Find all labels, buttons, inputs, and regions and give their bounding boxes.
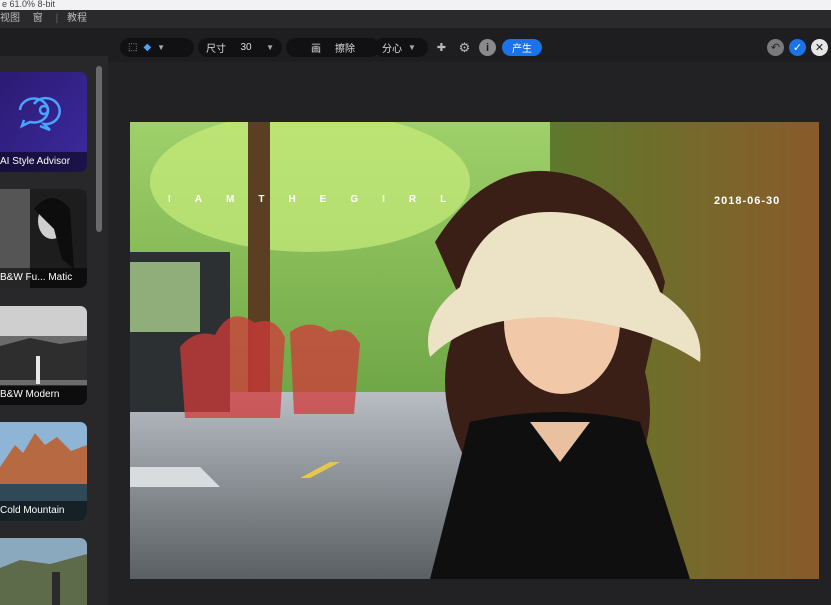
preset-label: B&W Modern bbox=[0, 385, 87, 405]
gear-icon[interactable]: ⚙ bbox=[456, 39, 473, 56]
menu-item-tutorial[interactable]: 教程 bbox=[67, 13, 87, 24]
menu-item-view[interactable]: 视图 bbox=[0, 13, 20, 24]
mode-control[interactable]: 画 擦除 bbox=[286, 38, 380, 57]
info-icon[interactable]: i bbox=[479, 39, 496, 56]
photo-overlay-text: IAMTHEGIRL bbox=[168, 194, 471, 205]
undo-icon[interactable]: ↶ bbox=[767, 39, 784, 56]
close-icon[interactable]: ✕ bbox=[811, 39, 828, 56]
preset-thumbnail bbox=[0, 538, 87, 605]
size-value[interactable]: 30 bbox=[240, 42, 251, 53]
erase-mode-option[interactable]: 擦除 bbox=[335, 40, 355, 55]
sidebar-scrollbar[interactable] bbox=[96, 66, 102, 232]
segment-label: 分心 bbox=[382, 44, 402, 55]
preset-card-cold-mountain[interactable]: Cold Mountain bbox=[0, 422, 87, 521]
preset-card-ai-style-advisor[interactable]: AI Style Advisor bbox=[0, 72, 87, 172]
photo-image bbox=[130, 122, 819, 579]
brush-tool-group[interactable]: ⬚ ◆ ▼ bbox=[120, 38, 194, 57]
chevron-down-icon[interactable]: ▼ bbox=[157, 43, 165, 52]
menu-separator: | bbox=[55, 13, 59, 24]
puzzle-icon[interactable]: ✚ bbox=[433, 39, 450, 56]
preset-card-bw-modern[interactable]: B&W Modern bbox=[0, 306, 87, 405]
preset-card-bw-fu-matic[interactable]: B&W Fu... Matic bbox=[0, 189, 87, 288]
preset-card-next[interactable] bbox=[0, 538, 87, 605]
size-control[interactable]: 尺寸 30 ▼ bbox=[198, 38, 282, 57]
top-toolbar: ⬚ ◆ ▼ 尺寸 30 ▼ 画 擦除 分心 ▼ ✚ ⚙ i 产生 ↶ ✓ ✕ bbox=[110, 34, 831, 62]
generate-button[interactable]: 产生 bbox=[502, 39, 542, 56]
preset-label: AI Style Advisor bbox=[0, 152, 87, 172]
size-label: 尺寸 bbox=[206, 44, 226, 55]
selection-icon[interactable]: ⬚ bbox=[128, 42, 137, 53]
chevron-down-icon[interactable]: ▼ bbox=[266, 43, 274, 52]
preset-label: Cold Mountain bbox=[0, 501, 87, 521]
segment-dropdown[interactable]: 分心 ▼ bbox=[374, 38, 428, 57]
window-title-strip: e 61.0% 8-bit bbox=[0, 0, 831, 10]
photo-canvas[interactable]: IAMTHEGIRL 2018-06-30 bbox=[130, 122, 819, 579]
brush-icon[interactable]: ◆ bbox=[143, 42, 151, 53]
paint-mode-option[interactable]: 画 bbox=[311, 40, 321, 55]
preset-label: B&W Fu... Matic bbox=[0, 268, 87, 288]
chevron-down-icon[interactable]: ▼ bbox=[408, 43, 416, 52]
photo-date-stamp: 2018-06-30 bbox=[714, 195, 781, 207]
confirm-check-icon[interactable]: ✓ bbox=[789, 39, 806, 56]
menu-item-window[interactable]: 窗 bbox=[33, 13, 43, 24]
menu-bar: 视图 窗 | 教程 bbox=[0, 10, 831, 28]
